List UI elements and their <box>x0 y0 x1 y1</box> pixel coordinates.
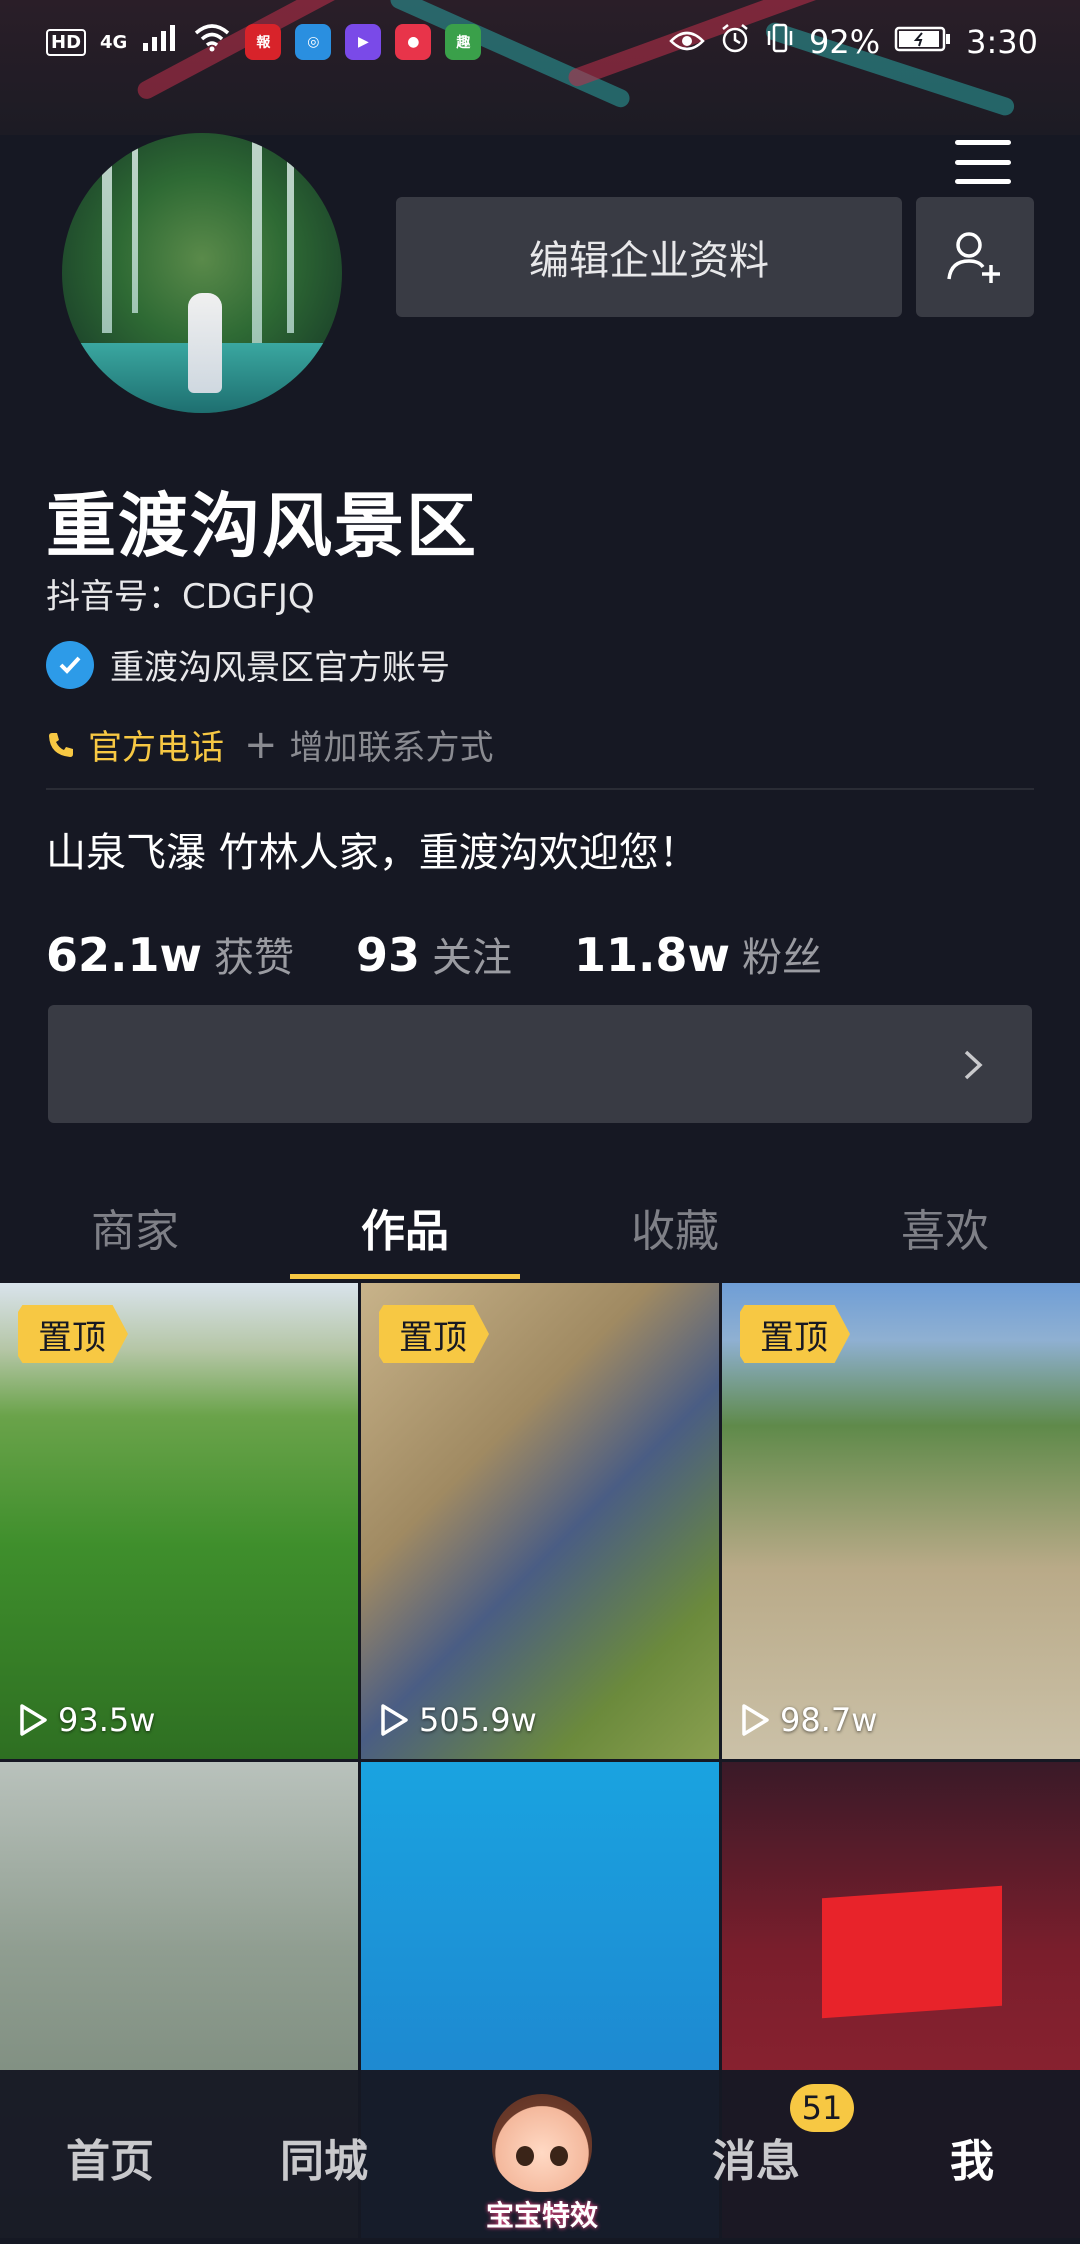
phone-icon <box>49 732 73 757</box>
play-count: 98.7w <box>740 1701 877 1739</box>
play-count-value: 98.7w <box>780 1701 878 1739</box>
stat-likes-label: 获赞 <box>214 935 294 981</box>
play-count: 505.9w <box>379 1701 537 1739</box>
signal-icon <box>141 23 179 61</box>
stat-likes[interactable]: 62.1w 获赞 <box>46 925 294 983</box>
pinned-tag: 置顶 <box>740 1305 850 1363</box>
baby-face-icon <box>492 2094 592 2192</box>
contact-row: 官方电话 + 增加联系方式 <box>46 720 494 769</box>
add-contact-label: 增加联系方式 <box>289 728 494 768</box>
play-count-value: 93.5w <box>58 1701 156 1739</box>
tab-favorites[interactable]: 收藏 <box>540 1175 810 1285</box>
menu-line <box>955 159 1011 165</box>
video-thumbnail[interactable]: 置顶 93.5w <box>0 1283 358 1759</box>
video-app-icon: ▶ <box>345 24 382 60</box>
clock-time: 3:30 <box>966 23 1038 61</box>
stat-followers[interactable]: 11.8w 粉丝 <box>574 925 822 983</box>
waterfall-stream <box>132 143 138 313</box>
status-left: HD 4G 報 ◎ ▶ ● 趣 <box>46 23 482 61</box>
avatar[interactable] <box>62 133 342 413</box>
profile-tabs: 商家 作品 收藏 喜欢 <box>0 1175 1080 1285</box>
alarm-icon <box>719 22 751 62</box>
profile-name: 重渡沟风景区 <box>46 485 478 567</box>
battery-percent: 92% <box>809 23 881 61</box>
chevron-right-icon <box>964 1050 983 1080</box>
edit-profile-button[interactable]: 编辑企业资料 <box>396 197 902 317</box>
avatar-figure <box>188 293 222 393</box>
play-icon <box>381 1704 408 1736</box>
bottom-nav: 首页 同城 宝宝特效 消息 我 <box>0 2070 1080 2244</box>
waterfall-stream <box>287 153 294 333</box>
verified-row: 重渡沟风景区官方账号 <box>46 640 450 689</box>
nav-effect-button[interactable]: 宝宝特效 <box>482 2094 602 2234</box>
verified-check-icon <box>46 640 94 689</box>
status-right: 92% 3:30 <box>669 22 1038 62</box>
nav-home[interactable]: 首页 <box>66 2125 154 2189</box>
video-thumbnail[interactable]: 置顶 98.7w <box>722 1283 1080 1759</box>
flag-shape <box>822 1885 1002 2019</box>
stat-following-label: 关注 <box>432 935 513 981</box>
green-app-icon: 趣 <box>445 24 482 60</box>
play-count: 93.5w <box>18 1701 155 1739</box>
add-friend-button[interactable] <box>916 197 1034 317</box>
add-user-icon <box>947 232 1000 283</box>
menu-line <box>955 140 1011 145</box>
video-thumbnail[interactable]: 置顶 505.9w <box>361 1283 719 1759</box>
play-count-value: 505.9w <box>419 1701 537 1739</box>
add-contact-link[interactable]: + 增加联系方式 <box>244 720 494 769</box>
expand-panel-bar[interactable] <box>48 1005 1032 1123</box>
newspaper-app-icon: 報 <box>245 24 282 60</box>
baby-eye <box>550 2146 568 2166</box>
eye-icon <box>669 23 705 61</box>
status-bar: HD 4G 報 ◎ ▶ ● 趣 92% 3:30 <box>0 0 1080 84</box>
blue-app-icon: ◎ <box>295 24 332 60</box>
waterfall-stream <box>102 133 112 333</box>
vibrate-icon <box>765 22 795 62</box>
stat-following[interactable]: 93 关注 <box>356 925 512 983</box>
stats-row: 62.1w 获赞 93 关注 11.8w 粉丝 <box>46 925 884 983</box>
profile-bio: 山泉飞瀑 竹林人家，重渡沟欢迎您！ <box>46 830 699 876</box>
messages-badge: 51 <box>790 2084 854 2132</box>
stat-following-count: 93 <box>356 928 421 982</box>
nav-nearby[interactable]: 同城 <box>280 2125 368 2189</box>
divider <box>46 788 1034 790</box>
menu-line <box>955 179 1011 184</box>
official-phone-link[interactable]: 官方电话 <box>46 720 224 769</box>
nav-effect-label: 宝宝特效 <box>485 2199 598 2232</box>
official-phone-label: 官方电话 <box>88 728 224 768</box>
play-icon <box>20 1704 47 1736</box>
baby-eye <box>516 2146 534 2166</box>
wifi-icon <box>193 23 231 61</box>
pinned-tag: 置顶 <box>18 1305 128 1363</box>
network-type: 4G <box>100 31 128 53</box>
menu-button[interactable] <box>955 140 1011 184</box>
red-app-icon: ● <box>395 24 432 60</box>
verified-label: 重渡沟风景区官方账号 <box>110 648 450 688</box>
tab-works[interactable]: 作品 <box>270 1175 540 1285</box>
stat-likes-count: 62.1w <box>46 928 202 982</box>
play-icon <box>742 1704 769 1736</box>
tab-merchant[interactable]: 商家 <box>0 1175 270 1285</box>
nav-me[interactable]: 我 <box>950 2125 994 2189</box>
nav-messages[interactable]: 消息 <box>712 2125 800 2189</box>
hd-indicator: HD <box>46 28 87 56</box>
pinned-tag: 置顶 <box>379 1305 489 1363</box>
stat-followers-label: 粉丝 <box>742 935 823 981</box>
battery-icon <box>894 23 952 61</box>
douyin-id: 抖音号：CDGFJQ <box>46 577 315 617</box>
tab-likes[interactable]: 喜欢 <box>810 1175 1080 1285</box>
waterfall-stream <box>252 133 262 343</box>
stat-followers-count: 11.8w <box>574 928 731 982</box>
plus-icon: + <box>244 721 278 768</box>
